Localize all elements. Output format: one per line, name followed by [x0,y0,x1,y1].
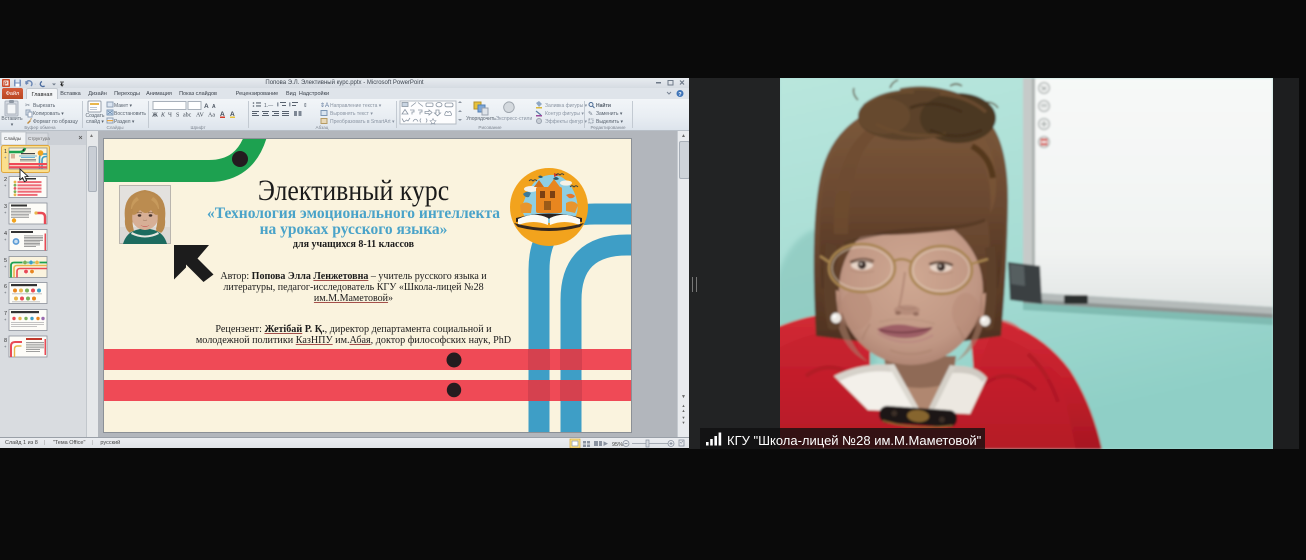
svg-text:AV: AV [196,113,205,119]
svg-text:1.—: 1.— [264,103,273,109]
svg-text:✦: ✦ [4,210,8,215]
svg-text:⇕: ⇕ [303,102,308,109]
svg-text:А: А [212,104,216,110]
svg-text:⇕A: ⇕A [320,102,329,109]
svg-text:Структура: Структура [28,136,50,141]
svg-text:А: А [204,103,209,110]
svg-text:Ч: Ч [168,113,172,119]
svg-text:К: К [160,113,166,119]
svg-text:95%: 95% [612,442,623,448]
svg-text:✦: ✦ [4,264,8,269]
svg-text:✎: ✎ [588,111,593,118]
svg-text:Слайды: Слайды [4,135,21,141]
svg-text:✦: ✦ [4,317,8,322]
svg-text:✦: ✦ [4,183,8,188]
svg-text:✦: ✦ [4,290,8,295]
svg-text:✦: ✦ [4,344,8,349]
svg-text:✂: ✂ [25,103,30,109]
svg-text:✦: ✦ [4,237,8,242]
svg-text:·: · [34,81,36,88]
svg-text:S: S [176,113,179,119]
svg-text:Ж: Ж [152,113,158,119]
svg-text:abc: abc [183,113,192,119]
svg-text:Aa: Aa [208,113,215,119]
